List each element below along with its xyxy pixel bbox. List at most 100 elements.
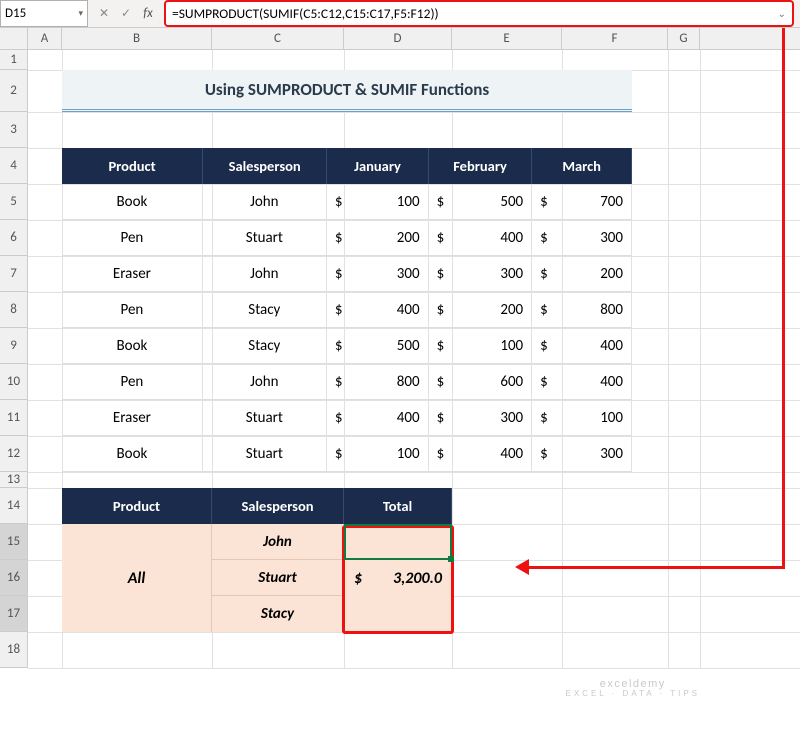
cell[interactable]: Eraser xyxy=(62,256,203,292)
watermark-sub: EXCEL · DATA · TIPS xyxy=(566,690,701,699)
formula-bar-row: D15 ▾ ✕ ✓ fx =SUMPRODUCT(SUMIF(C5:C12,C1… xyxy=(0,0,800,28)
col-header-A[interactable]: A xyxy=(28,28,62,49)
row-header-10[interactable]: 10 xyxy=(0,364,27,400)
cell[interactable]: John xyxy=(203,364,327,400)
row-header-15[interactable]: 15 xyxy=(0,524,27,560)
row-header-5[interactable]: 5 xyxy=(0,184,27,220)
cell[interactable]: $100 xyxy=(327,184,429,220)
cell[interactable]: Stacy xyxy=(203,292,327,328)
arrow-head-icon xyxy=(515,559,529,575)
cell[interactable]: $100 xyxy=(327,436,429,472)
cell[interactable]: John xyxy=(203,256,327,292)
cell[interactable]: $400 xyxy=(429,220,533,256)
cell[interactable]: Eraser xyxy=(62,400,203,436)
data-table: Product Salesperson January February Mar… xyxy=(62,148,632,472)
cell[interactable]: Stuart xyxy=(203,220,327,256)
cell[interactable]: $300 xyxy=(429,256,533,292)
dropdown-icon[interactable]: ▾ xyxy=(78,8,83,19)
col-header-F[interactable]: F xyxy=(562,28,668,49)
row-header-7[interactable]: 7 xyxy=(0,256,27,292)
cell[interactable]: $200 xyxy=(429,292,533,328)
cell[interactable]: Stacy xyxy=(203,328,327,364)
cell[interactable]: $400 xyxy=(532,364,632,400)
enter-button[interactable]: ✓ xyxy=(116,4,136,24)
row-header-6[interactable]: 6 xyxy=(0,220,27,256)
cancel-icon: ✕ xyxy=(99,6,109,21)
sum-col-total[interactable]: Total xyxy=(344,488,452,524)
name-box-value: D15 xyxy=(5,6,26,21)
currency-symbol: $ xyxy=(354,569,362,588)
cell[interactable]: $200 xyxy=(532,256,632,292)
col-march[interactable]: March xyxy=(532,148,632,184)
cell[interactable]: $600 xyxy=(429,364,533,400)
table-row: EraserJohn$300$300$200 xyxy=(62,256,632,292)
summary-product-cell[interactable]: All xyxy=(62,524,212,632)
cell[interactable]: Pen xyxy=(62,364,203,400)
col-header-E[interactable]: E xyxy=(452,28,562,49)
summary-body: All John Stuart Stacy $ 3,200.0 xyxy=(62,524,452,632)
row-header-4[interactable]: 4 xyxy=(0,148,27,184)
cells-area[interactable]: Using SUMPRODUCT & SUMIF Functions Produ… xyxy=(28,50,800,668)
arrow-horizontal xyxy=(529,566,785,569)
cell[interactable]: $400 xyxy=(429,436,533,472)
row-header-3[interactable]: 3 xyxy=(0,112,27,148)
row-header-17[interactable]: 17 xyxy=(0,596,27,632)
insert-function-button[interactable]: fx xyxy=(138,4,158,24)
summary-total-cell[interactable]: $ 3,200.0 xyxy=(344,524,452,632)
cell[interactable]: Book xyxy=(62,328,203,364)
cell[interactable]: Stuart xyxy=(203,400,327,436)
cell[interactable]: $100 xyxy=(429,328,533,364)
summary-table: Product Salesperson Total All John Stuar… xyxy=(62,488,452,632)
col-header-B[interactable]: B xyxy=(62,28,212,49)
cell[interactable]: $500 xyxy=(327,328,429,364)
cell[interactable]: $300 xyxy=(429,400,533,436)
row-header-13[interactable]: 13 xyxy=(0,472,27,488)
summary-sp-1[interactable]: Stuart xyxy=(212,560,344,596)
expand-icon[interactable]: ⌄ xyxy=(778,7,786,20)
name-box[interactable]: D15 ▾ xyxy=(0,0,88,27)
col-salesperson[interactable]: Salesperson xyxy=(203,148,327,184)
row-header-12[interactable]: 12 xyxy=(0,436,27,472)
cell[interactable]: $300 xyxy=(327,256,429,292)
select-all-corner[interactable] xyxy=(0,28,28,49)
col-product[interactable]: Product xyxy=(62,148,203,184)
sum-col-product[interactable]: Product xyxy=(62,488,212,524)
row-header-18[interactable]: 18 xyxy=(0,632,27,668)
table-row: PenJohn$800$600$400 xyxy=(62,364,632,400)
row-header-9[interactable]: 9 xyxy=(0,328,27,364)
cell[interactable]: $800 xyxy=(327,364,429,400)
sum-col-salesperson[interactable]: Salesperson xyxy=(212,488,344,524)
cell[interactable]: $800 xyxy=(532,292,632,328)
formula-bar[interactable]: =SUMPRODUCT(SUMIF(C5:C12,C15:C17,F5:F12)… xyxy=(164,0,794,27)
cell[interactable]: $200 xyxy=(327,220,429,256)
col-february[interactable]: February xyxy=(429,148,532,184)
cell[interactable]: Pen xyxy=(62,220,203,256)
cell[interactable]: $400 xyxy=(532,328,632,364)
row-header-2[interactable]: 2 xyxy=(0,70,27,112)
cell[interactable]: $500 xyxy=(429,184,533,220)
cell[interactable]: $100 xyxy=(532,400,632,436)
cell[interactable]: Book xyxy=(62,184,203,220)
cell[interactable]: Book xyxy=(62,436,203,472)
row-header-14[interactable]: 14 xyxy=(0,488,27,524)
col-header-G[interactable]: G xyxy=(668,28,700,49)
cell[interactable]: $700 xyxy=(532,184,632,220)
cell[interactable]: $300 xyxy=(532,220,632,256)
cell[interactable]: $300 xyxy=(532,436,632,472)
summary-sp-0[interactable]: John xyxy=(212,524,344,560)
summary-sp-2[interactable]: Stacy xyxy=(212,596,344,632)
row-header-8[interactable]: 8 xyxy=(0,292,27,328)
cell[interactable]: $400 xyxy=(327,292,429,328)
col-january[interactable]: January xyxy=(327,148,429,184)
row-header-16[interactable]: 16 xyxy=(0,560,27,596)
cancel-button[interactable]: ✕ xyxy=(94,4,114,24)
row-header-11[interactable]: 11 xyxy=(0,400,27,436)
summary-total-value: 3,200.0 xyxy=(393,569,442,588)
col-header-D[interactable]: D xyxy=(344,28,452,49)
row-header-1[interactable]: 1 xyxy=(0,50,27,70)
cell[interactable]: $400 xyxy=(327,400,429,436)
cell[interactable]: Stuart xyxy=(203,436,327,472)
col-header-C[interactable]: C xyxy=(212,28,344,49)
cell[interactable]: John xyxy=(203,184,327,220)
cell[interactable]: Pen xyxy=(62,292,203,328)
